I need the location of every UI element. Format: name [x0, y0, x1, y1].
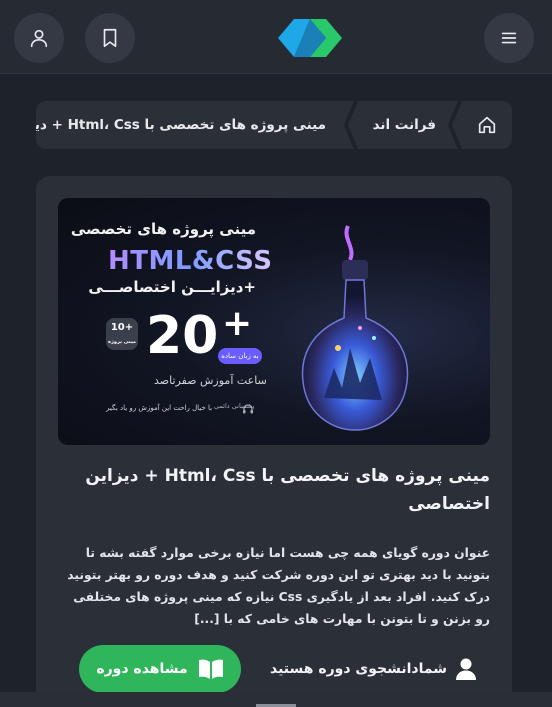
- banner-title: مینی پروژه های تخصصی: [70, 220, 256, 238]
- badge-count: 10+: [110, 322, 134, 333]
- view-course-button[interactable]: مشاهده دوره: [79, 645, 241, 693]
- mini-project-badge: 10+ مینی پروژه: [106, 318, 138, 350]
- user-icon: [456, 658, 477, 680]
- breadcrumb-separator: [448, 101, 462, 149]
- top-header: [0, 0, 552, 74]
- menu-icon: [501, 32, 517, 44]
- banner-footer-note: با خیال راحت این آموزش رو یاد بگیر: [106, 404, 213, 412]
- simple-language-pill: به زبان ساده: [218, 348, 262, 364]
- site-logo[interactable]: [276, 13, 344, 63]
- user-icon: [30, 29, 48, 48]
- enrolled-status-label: شمادانشجوی دوره هستید: [270, 661, 448, 677]
- bookmark-button[interactable]: [85, 13, 135, 63]
- breadcrumb: فرانت اند مینی پروژه های تخصصی با Html، …: [36, 101, 512, 149]
- hours-plus: +: [222, 303, 253, 344]
- hours-label: ساعت آموزش صفرتاصد: [154, 374, 267, 387]
- view-course-label: مشاهده دوره: [96, 661, 188, 677]
- breadcrumb-item-current[interactable]: مینی پروژه های تخصصی با Html، Css + دیزا…: [36, 101, 326, 149]
- course-card: مینی پروژه های تخصصی HTML&CSS +دیزایـــن…: [36, 176, 512, 707]
- banner-subtitle: +دیزایـــن اختصاصـــی: [88, 278, 256, 296]
- banner-tech: HTML&CSS: [108, 246, 273, 276]
- bookmark-icon: [103, 28, 117, 48]
- book-open-icon: [198, 659, 223, 679]
- user-button[interactable]: [14, 13, 64, 63]
- course-description: عنوان دوره گویای همه چی هست اما نیازه بر…: [67, 546, 490, 626]
- support-label: پشتیبانی دائمی: [214, 402, 255, 410]
- hours-number: 20: [146, 306, 219, 366]
- course-title[interactable]: مینی پروژه های تخصصی با Html، Css + دیزا…: [70, 462, 490, 518]
- potion-bottle-illustration: [301, 225, 409, 431]
- menu-button[interactable]: [484, 13, 534, 63]
- breadcrumb-separator: [344, 101, 358, 149]
- course-banner-image[interactable]: مینی پروژه های تخصصی HTML&CSS +دیزایـــن…: [58, 198, 490, 445]
- breadcrumb-item-category[interactable]: فرانت اند: [373, 101, 436, 149]
- badge-sub: مینی پروژه: [108, 339, 136, 345]
- breadcrumb-home[interactable]: [462, 101, 512, 149]
- enrolled-status: شمادانشجوی دوره هستید: [270, 655, 477, 683]
- home-icon: [478, 116, 496, 134]
